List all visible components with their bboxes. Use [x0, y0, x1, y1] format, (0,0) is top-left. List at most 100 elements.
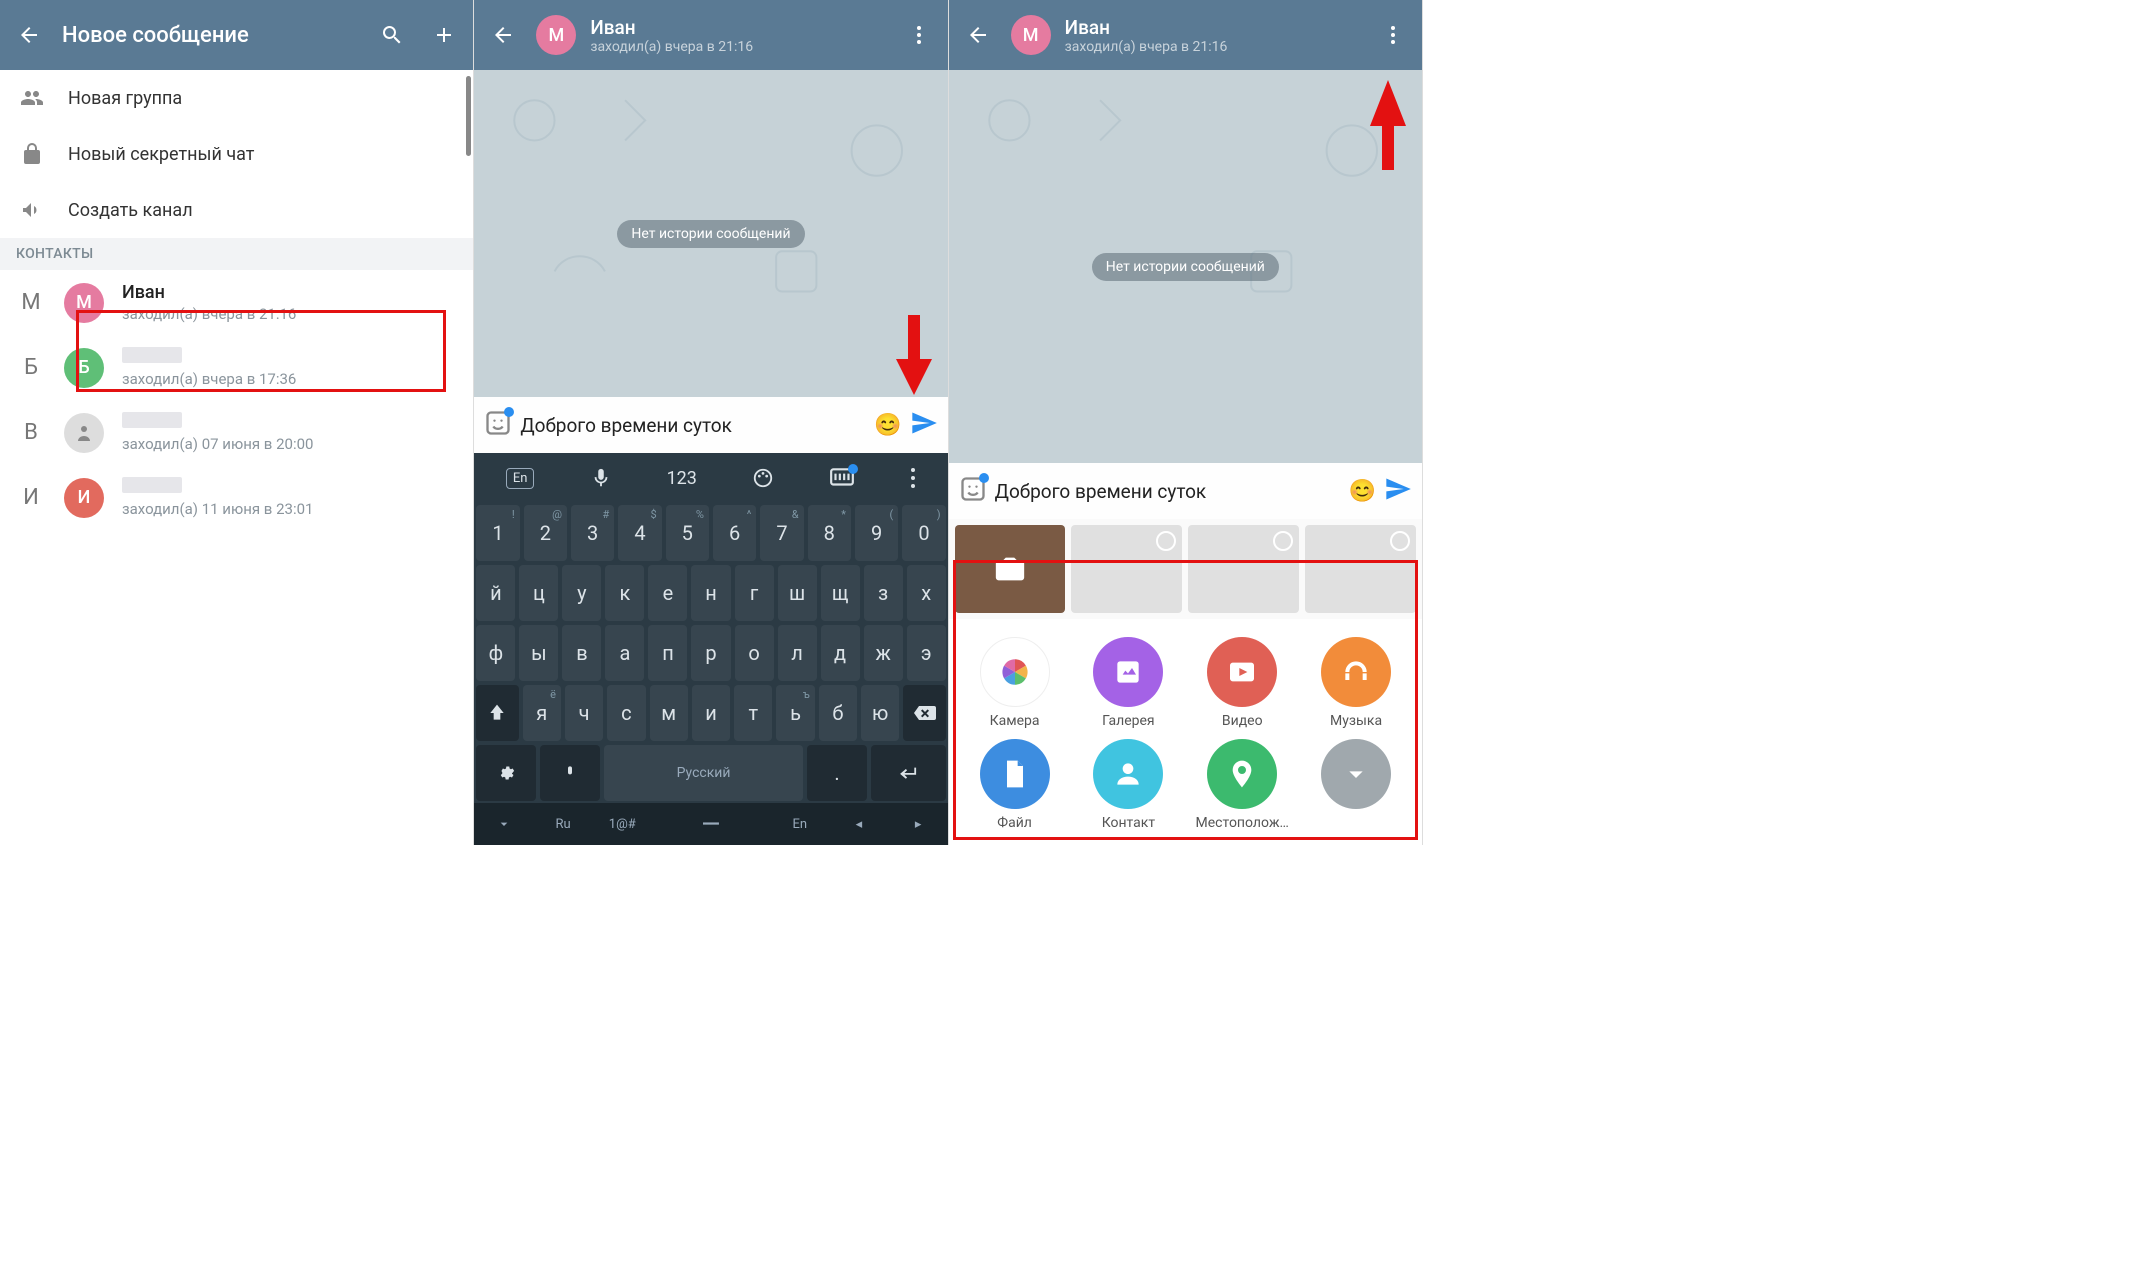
message-text[interactable]: Доброго времени суток — [520, 414, 866, 437]
attach-Контакт[interactable]: Контакт — [1074, 739, 1182, 831]
kb-space-key[interactable]: Русский — [604, 745, 803, 801]
sticker-button[interactable] — [484, 409, 512, 441]
chat-body[interactable]: Нет истории сообщений — [949, 70, 1422, 463]
more-button[interactable] — [900, 16, 938, 54]
back-button[interactable] — [959, 16, 997, 54]
kb-lang-ru-button[interactable]: Ru — [534, 803, 593, 845]
kb-key[interactable]: ы — [519, 625, 558, 681]
kb-key[interactable]: 1! — [476, 505, 519, 561]
kb-key[interactable]: ч — [565, 685, 603, 741]
kb-onehand-button[interactable] — [829, 467, 855, 489]
kb-key[interactable]: 5% — [666, 505, 709, 561]
select-circle-icon[interactable] — [1273, 531, 1293, 551]
kb-more-button[interactable] — [910, 467, 916, 489]
kb-key[interactable]: з — [864, 565, 903, 621]
kb-key[interactable]: щ — [821, 565, 860, 621]
kb-key[interactable]: в — [562, 625, 601, 681]
kb-key[interactable]: с — [607, 685, 645, 741]
kb-backspace-key[interactable] — [903, 685, 945, 741]
kb-key[interactable]: ю — [861, 685, 899, 741]
new-secret-chat-option[interactable]: Новый секретный чат — [0, 126, 473, 182]
kb-key[interactable]: э — [907, 625, 946, 681]
search-button[interactable] — [373, 16, 411, 54]
kb-key[interactable]: у — [562, 565, 601, 621]
gallery-thumb-camera[interactable] — [955, 525, 1066, 613]
contact-row[interactable]: И И заходил(а) 11 июня в 23:01 — [0, 465, 473, 530]
kb-key[interactable]: г — [735, 565, 774, 621]
kb-enter-key[interactable] — [871, 745, 946, 801]
kb-voice-button[interactable] — [590, 467, 612, 489]
kb-key[interactable]: б — [819, 685, 857, 741]
kb-numbers-button[interactable]: 123 — [667, 468, 697, 489]
kb-key[interactable]: а — [605, 625, 644, 681]
attach-Камера[interactable]: Камера — [961, 637, 1069, 729]
kb-key[interactable]: е — [648, 565, 687, 621]
kb-key[interactable]: яё — [523, 685, 561, 741]
kb-key[interactable]: 6^ — [713, 505, 756, 561]
attach-more[interactable] — [1302, 739, 1410, 831]
scrollbar-thumb[interactable] — [466, 76, 471, 156]
attach-Местополож…[interactable]: Местополож… — [1188, 739, 1296, 831]
kb-right-button[interactable]: ▸ — [889, 803, 948, 845]
kb-key[interactable]: ьъ — [776, 685, 814, 741]
kb-key[interactable]: й — [476, 565, 515, 621]
kb-key[interactable]: ж — [864, 625, 903, 681]
contact-row[interactable]: В заходил(а) 07 июня в 20:00 — [0, 400, 473, 465]
kb-key[interactable]: 2@ — [524, 505, 567, 561]
kb-key[interactable]: н — [691, 565, 730, 621]
kb-voice-key[interactable] — [540, 745, 600, 801]
gallery-thumb[interactable] — [1188, 525, 1299, 613]
kb-lang-en-button[interactable]: En — [770, 803, 829, 845]
attach-Видео[interactable]: Видео — [1188, 637, 1296, 729]
sticker-button[interactable] — [959, 475, 987, 507]
avatar[interactable]: М — [536, 15, 576, 55]
kb-shift-key[interactable] — [476, 685, 518, 741]
kb-key[interactable]: л — [778, 625, 817, 681]
kb-key[interactable]: р — [691, 625, 730, 681]
send-button[interactable] — [1384, 475, 1412, 507]
kb-left-button[interactable]: ◂ — [829, 803, 888, 845]
kb-key[interactable]: п — [648, 625, 687, 681]
kb-key[interactable]: 3# — [571, 505, 614, 561]
avatar[interactable]: М — [1011, 15, 1051, 55]
select-circle-icon[interactable] — [1390, 531, 1410, 551]
kb-key[interactable]: и — [692, 685, 730, 741]
attach-Файл[interactable]: Файл — [961, 739, 1069, 831]
kb-key[interactable]: ф — [476, 625, 515, 681]
new-channel-option[interactable]: Создать канал — [0, 182, 473, 238]
send-button[interactable] — [910, 409, 938, 441]
gallery-thumb[interactable] — [1305, 525, 1416, 613]
kb-key[interactable]: 0) — [902, 505, 945, 561]
kb-space-bottom[interactable]: ━━ — [652, 803, 770, 845]
kb-period-key[interactable]: . — [807, 745, 867, 801]
kb-key[interactable]: м — [650, 685, 688, 741]
kb-key[interactable]: ш — [778, 565, 817, 621]
kb-key[interactable]: ц — [519, 565, 558, 621]
back-button[interactable] — [484, 16, 522, 54]
kb-key[interactable]: д — [821, 625, 860, 681]
select-circle-icon[interactable] — [1156, 531, 1176, 551]
kb-hide-button[interactable] — [474, 803, 533, 845]
attach-Музыка[interactable]: Музыка — [1302, 637, 1410, 729]
back-button[interactable] — [10, 16, 48, 54]
kb-key[interactable]: х — [907, 565, 946, 621]
contact-row[interactable]: Б Б заходил(а) вчера в 17:36 — [0, 335, 473, 400]
chat-body[interactable]: Нет истории сообщений — [474, 70, 947, 397]
kb-key[interactable]: о — [735, 625, 774, 681]
kb-key[interactable]: 8* — [808, 505, 851, 561]
add-button[interactable] — [425, 16, 463, 54]
kb-key[interactable]: к — [605, 565, 644, 621]
chat-header-info[interactable]: Иван заходил(а) вчера в 21:16 — [590, 16, 885, 55]
kb-key[interactable]: 9( — [855, 505, 898, 561]
more-button[interactable] — [1374, 16, 1412, 54]
kb-settings-key[interactable] — [476, 745, 536, 801]
kb-lang-button[interactable]: En — [506, 468, 535, 489]
kb-key[interactable]: 4$ — [618, 505, 661, 561]
kb-theme-button[interactable] — [752, 467, 774, 489]
contact-row-ivan[interactable]: М М Иван заходил(а) вчера в 21:16 — [0, 270, 473, 335]
message-text[interactable]: Доброго времени суток — [995, 480, 1341, 503]
new-group-option[interactable]: Новая группа — [0, 70, 473, 126]
kb-symbols-button[interactable]: 1@# — [593, 803, 652, 845]
gallery-thumb[interactable] — [1071, 525, 1182, 613]
attach-Галерея[interactable]: Галерея — [1074, 637, 1182, 729]
